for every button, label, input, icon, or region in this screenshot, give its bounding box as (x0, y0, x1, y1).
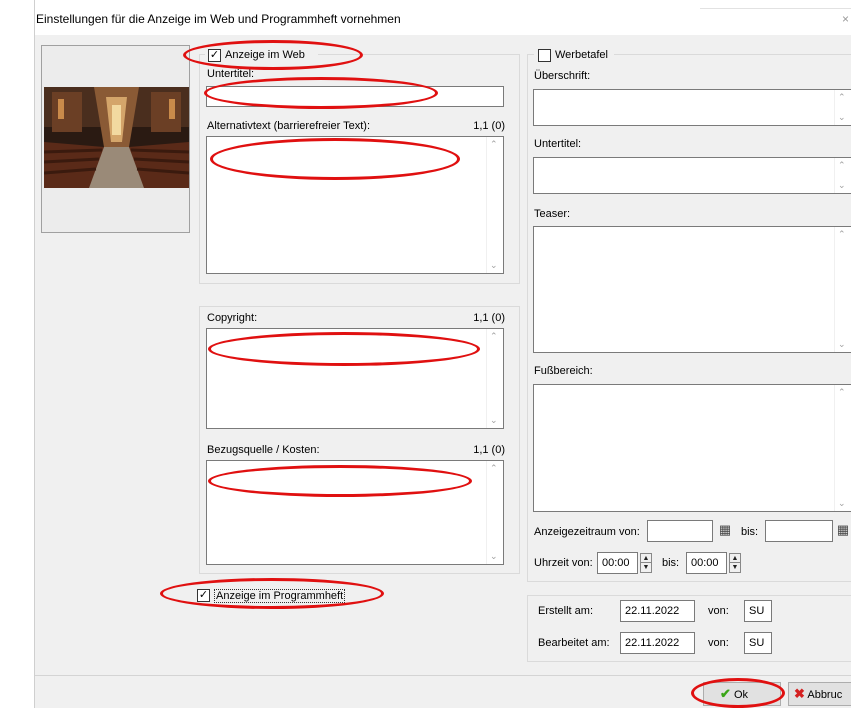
time-from-input[interactable]: 00:00 (597, 552, 638, 574)
scroll-up-icon[interactable]: ⌃ (490, 463, 498, 474)
billboard-heading-input[interactable]: ⌃ ⌄ (533, 89, 851, 126)
billboard-checkbox[interactable] (538, 49, 551, 62)
time-from-spinner[interactable]: ▲ ▼ (640, 553, 652, 573)
scroll-down-icon[interactable]: ⌄ (490, 260, 498, 271)
calendar-icon[interactable]: ▦ (716, 520, 734, 540)
copyright-input[interactable]: ⌃ ⌄ (206, 328, 504, 429)
x-icon: ✖ (794, 686, 805, 701)
scroll-up-icon[interactable]: ⌃ (838, 160, 846, 171)
created-by: SU (744, 600, 772, 622)
program-checkbox-label: Anzeige im Programmheft (214, 589, 346, 603)
billboard-heading-label: Überschrift: (534, 70, 591, 82)
copyright-label: Copyright: (207, 312, 258, 324)
scroll-up-icon[interactable]: ⌃ (838, 229, 846, 240)
web-subtitle-label: Untertitel: (207, 68, 255, 80)
time-to-input[interactable]: 00:00 (686, 552, 727, 574)
teaser-label: Teaser: (534, 208, 571, 220)
scroll-down-icon[interactable]: ⌄ (838, 112, 846, 123)
scroll-up-icon[interactable]: ⌃ (490, 331, 498, 342)
scroll-up-icon[interactable]: ⌃ (838, 92, 846, 103)
time-to-spinner[interactable]: ▲ ▼ (729, 553, 741, 573)
image-preview (44, 87, 189, 188)
source-label: Bezugsquelle / Kosten: (207, 444, 320, 456)
billboard-subtitle-label: Untertitel: (534, 138, 582, 150)
created-label: Erstellt am: (538, 605, 594, 617)
display-period-label: Anzeigezeitraum von: (534, 526, 640, 538)
edited-label: Bearbeitet am: (538, 637, 610, 649)
copyright-scrollbar[interactable]: ⌃ ⌄ (486, 329, 503, 428)
web-checkbox[interactable]: ✓ (208, 49, 221, 62)
edited-by-label: von: (708, 637, 729, 649)
check-icon: ✔ (720, 686, 731, 701)
copyright-counter: 1,1 (0) (473, 312, 505, 324)
scroll-down-icon[interactable]: ⌄ (490, 551, 498, 562)
ok-button-label: Ok (733, 689, 749, 701)
program-checkbox[interactable]: ✓ (197, 589, 210, 602)
alt-text-scrollbar[interactable]: ⌃ ⌄ (486, 137, 503, 273)
footer-area-scrollbar[interactable]: ⌃ ⌄ (834, 385, 851, 511)
time-until-label: bis: (662, 557, 680, 569)
scroll-down-icon[interactable]: ⌄ (838, 339, 846, 350)
cancel-button-label: Abbruc (807, 689, 843, 701)
edited-by: SU (744, 632, 772, 654)
ok-button[interactable]: ✔ Ok (703, 682, 781, 706)
billboard-checkbox-label: Werbetafel (555, 49, 608, 61)
teaser-input[interactable]: ⌃ ⌄ (533, 226, 851, 353)
footer-area-input[interactable]: ⌃ ⌄ (533, 384, 851, 512)
scroll-up-icon[interactable]: ⌃ (490, 139, 498, 150)
source-counter: 1,1 (0) (473, 444, 505, 456)
display-period-until-label: bis: (741, 526, 759, 538)
billboard-subtitle-scrollbar[interactable]: ⌃ ⌄ (834, 158, 851, 193)
alt-text-label: Alternativtext (barrierefreier Text): (207, 120, 371, 132)
alt-text-counter: 1,1 (0) (473, 120, 505, 132)
scroll-down-icon[interactable]: ⌄ (838, 180, 846, 191)
billboard-subtitle-input[interactable]: ⌃ ⌄ (533, 157, 851, 194)
window-title: Einstellungen für die Anzeige im Web und… (36, 12, 401, 26)
scroll-down-icon[interactable]: ⌄ (838, 498, 846, 509)
close-icon[interactable]: × (842, 12, 849, 26)
window-top-line (700, 8, 851, 9)
source-input[interactable]: ⌃ ⌄ (206, 460, 504, 565)
time-from-label: Uhrzeit von: (534, 557, 593, 569)
display-period-to-input[interactable] (765, 520, 833, 542)
source-scrollbar[interactable]: ⌃ ⌄ (486, 461, 503, 564)
created-by-label: von: (708, 605, 729, 617)
alt-text-input[interactable]: ⌃ ⌄ (206, 136, 504, 274)
scroll-up-icon[interactable]: ⌃ (838, 387, 846, 398)
created-date: 22.11.2022 (620, 600, 695, 622)
cancel-button[interactable]: ✖ Abbruc (788, 682, 851, 706)
web-checkbox-label: Anzeige im Web (225, 49, 305, 61)
footer-area-label: Fußbereich: (534, 365, 593, 377)
teaser-scrollbar[interactable]: ⌃ ⌄ (834, 227, 851, 352)
billboard-heading-scrollbar[interactable]: ⌃ ⌄ (834, 90, 851, 125)
edited-date: 22.11.2022 (620, 632, 695, 654)
scroll-down-icon[interactable]: ⌄ (490, 415, 498, 426)
web-subtitle-input[interactable] (206, 86, 504, 107)
calendar-icon[interactable]: ▦ (834, 520, 851, 540)
display-period-from-input[interactable] (647, 520, 713, 542)
